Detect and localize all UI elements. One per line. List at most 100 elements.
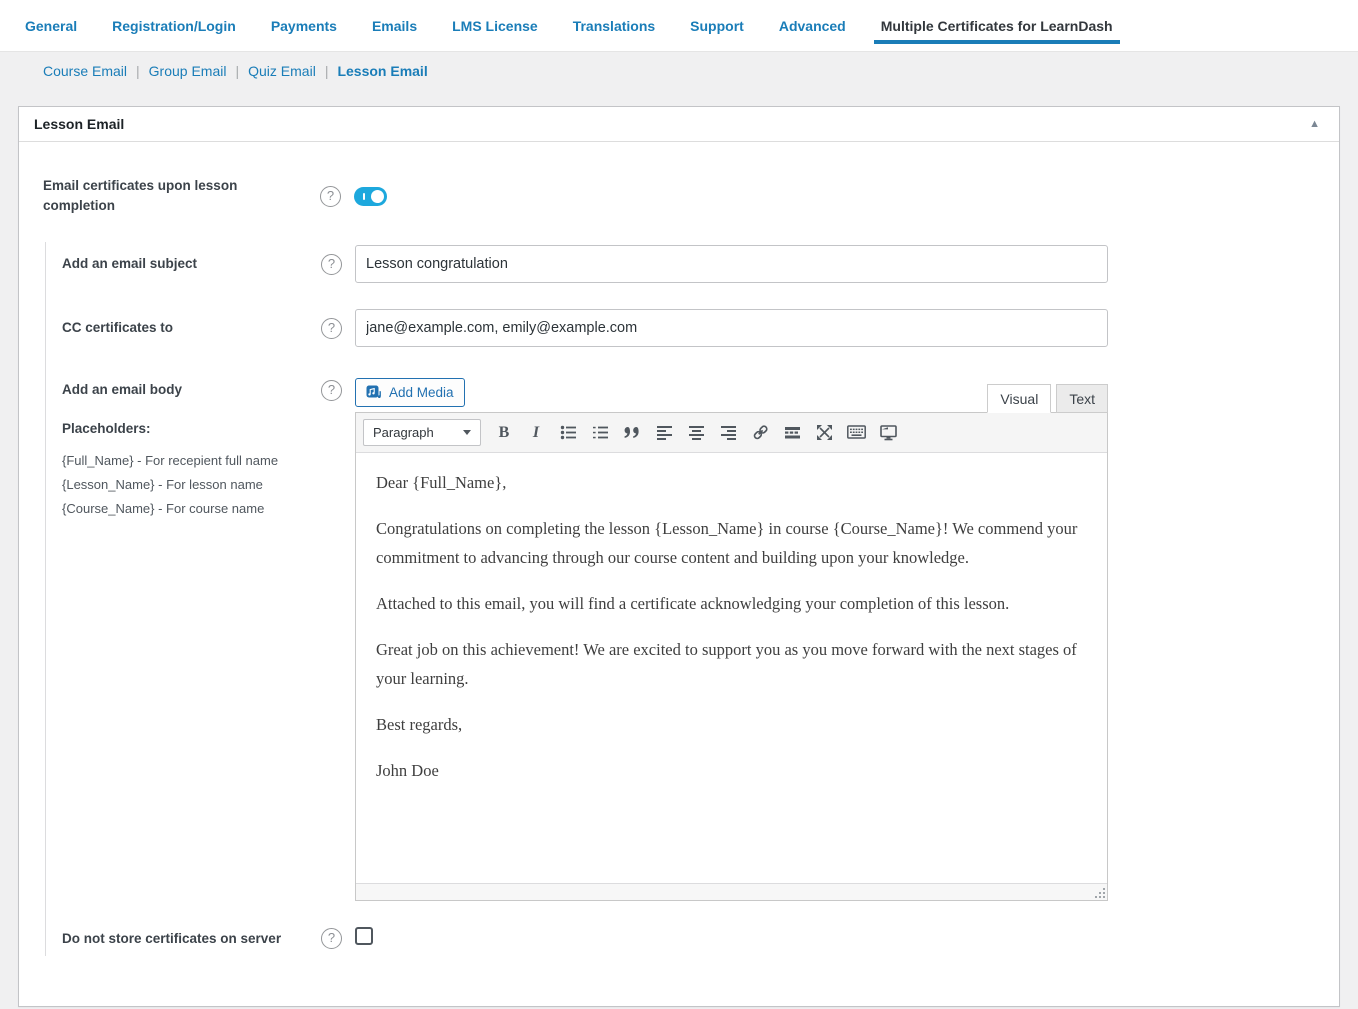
subnav-item: Course Email	[25, 63, 127, 79]
align-center-icon	[688, 424, 705, 441]
store-certificates-checkbox[interactable]	[355, 927, 373, 945]
numbered-list-button[interactable]	[587, 420, 613, 445]
insert-more-tag-icon	[784, 425, 801, 440]
subnav-item: |Lesson Email	[316, 63, 428, 79]
toggle-knob	[371, 190, 384, 203]
placeholder-item: {Lesson_Name} - For lesson name	[62, 473, 309, 497]
email-body-left-column: Add an email body Placeholders: {Full_Na…	[62, 373, 309, 521]
insert-link-button[interactable]	[747, 420, 773, 445]
blockquote-icon	[624, 425, 641, 440]
fullscreen-icon	[816, 424, 833, 441]
email-subject-input[interactable]	[355, 245, 1108, 283]
subnav-separator: |	[127, 63, 149, 79]
email-body-content[interactable]: Dear {Full_Name}, Congratulations on comp…	[356, 453, 1107, 883]
paragraph-format-select[interactable]: Paragraph	[363, 419, 481, 446]
dependent-settings-group: Add an email subject ? CC certificates t…	[45, 242, 1315, 956]
cc-label: CC certificates to	[62, 318, 309, 338]
subnav-separator: |	[316, 63, 338, 79]
subject-label: Add an email subject	[62, 254, 309, 274]
settings-tab[interactable]: Registration/Login	[112, 18, 236, 34]
editor-media-row: Add Media Visual Text	[355, 373, 1108, 407]
email-subject-row: Add an email subject ?	[62, 245, 1315, 283]
keyboard-shortcuts-button[interactable]	[843, 420, 869, 445]
subnav-link[interactable]: Lesson Email	[337, 63, 427, 79]
align-left-button[interactable]	[651, 420, 677, 445]
subnav-separator: |	[226, 63, 248, 79]
email-certificates-toggle[interactable]	[354, 187, 387, 206]
settings-tab[interactable]: Translations	[573, 18, 655, 34]
help-icon[interactable]: ?	[321, 254, 342, 275]
settings-tab[interactable]: Advanced	[779, 18, 846, 34]
help-icon[interactable]: ?	[321, 318, 342, 339]
settings-tab[interactable]: Payments	[271, 18, 337, 34]
store-label: Do not store certificates on server	[62, 929, 309, 949]
editor-toolbar: Paragraph B I	[356, 413, 1107, 453]
store-certificates-row: Do not store certificates on server ?	[62, 927, 1315, 950]
email-body-paragraph: Great job on this achievement! We are ex…	[376, 635, 1087, 693]
italic-icon: I	[533, 424, 539, 442]
editor-statusbar	[356, 883, 1107, 900]
placeholder-item: {Course_Name} - For course name	[62, 497, 309, 521]
bold-icon: B	[499, 424, 510, 442]
editor-resize-handle[interactable]	[1093, 886, 1105, 898]
link-icon	[752, 424, 769, 441]
toolbar-toggle-button[interactable]	[875, 420, 901, 445]
paragraph-select-value: Paragraph	[373, 425, 434, 440]
insert-more-tag-button[interactable]	[779, 420, 805, 445]
subnav-link[interactable]: Quiz Email	[248, 63, 316, 79]
settings-tab[interactable]: LMS License	[452, 18, 538, 34]
add-media-button[interactable]: Add Media	[355, 378, 465, 407]
help-icon[interactable]: ?	[320, 186, 341, 207]
settings-tab-bar: General Registration/Login Payments Emails L…	[0, 0, 1358, 52]
wp-editor: Paragraph B I	[355, 412, 1108, 901]
keyboard-icon	[847, 425, 866, 440]
subnav-item: |Quiz Email	[226, 63, 315, 79]
cc-certificates-input[interactable]	[355, 309, 1108, 347]
bold-button[interactable]: B	[491, 420, 517, 445]
italic-button[interactable]: I	[523, 420, 549, 445]
email-subnav: Course Email |Group Email |Quiz Email |L…	[0, 52, 1358, 90]
subnav-link[interactable]: Course Email	[43, 63, 127, 79]
email-body-paragraph: Dear {Full_Name},	[376, 468, 1087, 497]
toggle-label: Email certificates upon lesson completio…	[43, 176, 308, 216]
email-body-paragraph: Congratulations on completing the lesson…	[376, 514, 1087, 572]
fullscreen-button[interactable]	[811, 420, 837, 445]
subnav-link[interactable]: Group Email	[149, 63, 227, 79]
numbered-list-icon	[592, 424, 609, 441]
align-right-icon	[720, 424, 737, 441]
toggle-on-mark	[363, 193, 365, 200]
lesson-email-panel: Lesson Email ▲ Email certificates upon l…	[18, 106, 1340, 1007]
settings-tab[interactable]: Emails	[372, 18, 417, 34]
help-icon[interactable]: ?	[321, 380, 342, 401]
panel-header: Lesson Email ▲	[19, 107, 1339, 142]
email-body-editor: Add Media Visual Text Paragraph	[355, 373, 1108, 901]
visual-tab[interactable]: Visual	[987, 384, 1051, 413]
placeholders-list: {Full_Name} - For recepient full name{Le…	[62, 449, 309, 521]
settings-tab[interactable]: Support	[690, 18, 744, 34]
cc-certificates-row: CC certificates to ?	[62, 309, 1315, 347]
email-body-row: Add an email body Placeholders: {Full_Na…	[62, 373, 1315, 901]
placeholders-title: Placeholders:	[62, 421, 309, 436]
subnav-item: |Group Email	[127, 63, 226, 79]
toolbar-toggle-icon	[880, 425, 897, 441]
collapse-panel-button[interactable]: ▲	[1305, 117, 1324, 132]
help-icon[interactable]: ?	[321, 928, 342, 949]
email-body-paragraph: Best regards,	[376, 710, 1087, 739]
editor-mode-tabs: Visual Text	[987, 384, 1108, 413]
chevron-down-icon	[463, 430, 471, 435]
media-icon	[366, 385, 383, 400]
align-left-icon	[656, 424, 673, 441]
settings-tab[interactable]: Multiple Certificates for LearnDash	[881, 18, 1113, 34]
panel-body: Email certificates upon lesson completio…	[19, 142, 1339, 1006]
email-certificates-toggle-row: Email certificates upon lesson completio…	[43, 176, 1315, 216]
align-right-button[interactable]	[715, 420, 741, 445]
email-body-paragraph: John Doe	[376, 756, 1087, 785]
align-center-button[interactable]	[683, 420, 709, 445]
text-tab[interactable]: Text	[1056, 384, 1108, 413]
blockquote-button[interactable]	[619, 420, 645, 445]
bulleted-list-button[interactable]	[555, 420, 581, 445]
panel-title: Lesson Email	[34, 116, 124, 132]
settings-tab[interactable]: General	[25, 18, 77, 34]
body-label: Add an email body	[62, 380, 309, 400]
email-body-paragraph: Attached to this email, you will find a …	[376, 589, 1087, 618]
